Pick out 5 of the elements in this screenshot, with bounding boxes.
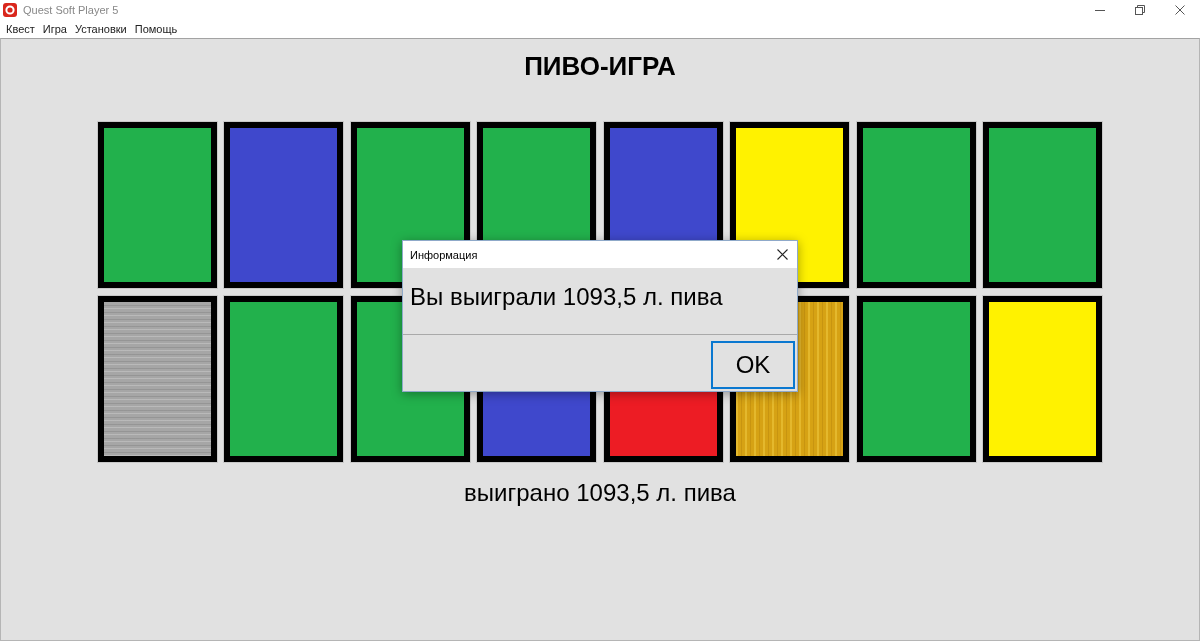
dialog-message: Вы выиграли 1093,5 л. пива	[410, 282, 723, 312]
window-title: Quest Soft Player 5	[23, 3, 119, 17]
dialog-title: Информация	[410, 247, 478, 262]
game-title: ПИВО-ИГРА	[524, 50, 676, 83]
result-text: выиграно 1093,5 л. пива	[464, 478, 736, 508]
